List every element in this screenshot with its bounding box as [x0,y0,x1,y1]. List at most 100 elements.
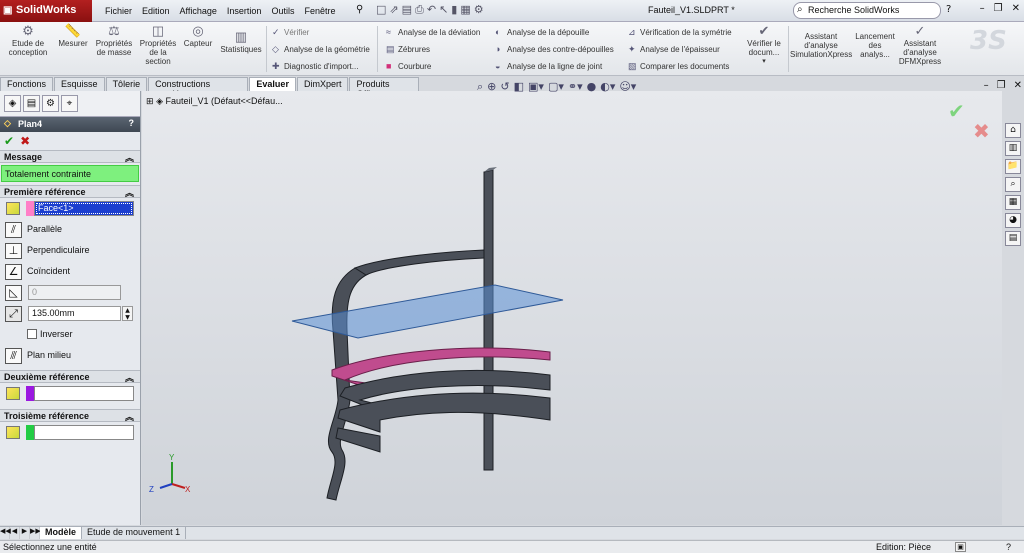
help-icon[interactable]: ? [946,4,951,15]
print-icon[interactable]: ⎙ [415,3,424,17]
previous-view-icon[interactable]: ↺ [500,80,509,94]
search-results-icon[interactable]: ⌕ [1005,177,1021,192]
tab-esquisse[interactable]: Esquisse [54,77,105,91]
parting-line-analysis-button[interactable]: ◒ Analyse de la ligne de joint [495,61,602,71]
save-icon[interactable]: ▤ [402,3,412,17]
chair-seat-rail-4[interactable] [335,427,381,453]
third-reference-header[interactable]: Troisième référence ︽ [0,409,140,422]
coincident-option[interactable]: ∠ Coïncident [0,261,140,282]
geometry-analysis-button[interactable]: ◇ Analyse de la géométrie [272,44,370,55]
tab-tolerie[interactable]: Tôlerie [105,77,148,91]
mid-plane-option[interactable]: ⫻ Plan milieu [0,345,140,366]
tab-produits-office[interactable]: Produits Office [349,77,419,99]
solidworks-logo[interactable]: ▣ SolidWorks [0,0,92,22]
simulationxpress-button[interactable]: Assistant d'analyse SimulationXpress [790,32,852,59]
distance-input[interactable]: 135.00mm [28,306,121,321]
confirm-cancel-icon[interactable]: ✖ [973,119,990,143]
chair-arm-rail[interactable] [353,249,485,276]
check-document-button[interactable]: ✔ Vérifier le docum... ▾ [742,24,786,66]
property-manager-tab-icon[interactable]: ▤ [23,95,40,112]
design-library-icon[interactable]: ▥ [1005,141,1021,156]
close-button[interactable]: ✕ [1012,3,1020,14]
status-help-icon[interactable]: ? [1006,542,1011,552]
third-reference-selection[interactable] [34,425,134,440]
feature-tree-flyout[interactable]: ⊞ ◈ Fauteil_V1 (Défaut<<Défau... [146,96,283,107]
menu-insertion[interactable]: Insertion [222,0,267,22]
section-properties-button[interactable]: ◫ Propriétés de la section [138,24,178,67]
menu-edition[interactable]: Edition [137,0,175,22]
new-document-icon[interactable]: □ [376,3,386,17]
open-document-icon[interactable]: ⇗ [389,3,398,17]
options-icon[interactable]: ⚙ [474,3,484,17]
design-study-button[interactable]: ⚙ Etude de conception [6,24,50,58]
viewport-close-button[interactable]: ✕ [1014,80,1022,91]
pin-menu-icon[interactable]: ⚲ [356,4,363,15]
minimize-button[interactable]: – [980,3,985,14]
prev-tab-arrow-icon[interactable]: ◀ [10,527,20,539]
distance-icon[interactable]: ⤢ [5,306,22,322]
confirm-ok-icon[interactable]: ✔ [948,99,965,123]
solidworks-resources-icon[interactable]: ⌂ [1005,123,1021,138]
file-explorer-icon[interactable]: 📁 [1005,159,1021,174]
search-input[interactable]: ⌕ Recherche SolidWorks [793,2,941,19]
tab-fonctions[interactable]: Fonctions [0,77,54,91]
launch-analysis-button[interactable]: Lancement des analys... [855,32,895,59]
distance-spinner[interactable]: ▲ ▼ [122,306,133,321]
file-properties-icon[interactable]: ▦ [460,3,470,17]
display-style-icon[interactable]: ▢▾ [548,80,564,94]
first-reference-header[interactable]: Première référence ︽ [0,185,140,198]
verify-button[interactable]: ✓ Vérifier [272,27,309,38]
dfmxpress-button[interactable]: ✓ Assistant d'analyse DFMXpress [898,24,942,67]
tab-evaluer[interactable]: Evaluer [249,77,296,91]
select-icon[interactable]: ↖ [439,3,448,17]
zebra-stripes-button[interactable]: ▤ Zébrures [386,44,430,55]
menu-affichage[interactable]: Affichage [175,0,222,22]
tab-constructions-soudees[interactable]: Constructions soudées [148,77,249,99]
first-tab-arrow-icon[interactable]: ◀◀ [0,527,11,539]
view-palette-icon[interactable]: ▦ [1005,195,1021,210]
graphics-area[interactable]: Y X Z [142,91,1002,525]
parallel-option[interactable]: ⫽ Parallèle [0,219,140,240]
viewport-minimize-button[interactable]: – [984,80,989,91]
undercut-analysis-button[interactable]: ◑ Analyse des contre-dépouilles [495,44,614,54]
view-settings-icon[interactable]: ☺▾ [619,80,636,94]
rebuild-icon[interactable]: ▮ [451,3,457,17]
view-orientation-icon[interactable]: ▣▾ [528,80,544,94]
zoom-to-fit-icon[interactable]: ⌕ [477,80,483,94]
import-diagnostic-button[interactable]: ✚ Diagnostic d'import... [272,61,358,72]
cancel-button[interactable]: ✖ [20,134,30,148]
expand-icon[interactable]: ⊞ [146,96,154,106]
next-tab-arrow-icon[interactable]: ▶ [20,527,30,539]
hide-show-items-icon[interactable]: ⚭▾ [568,80,583,94]
tab-dimxpert[interactable]: DimXpert [296,77,349,91]
viewport-restore-button[interactable]: ❐ [997,80,1006,91]
chair-seat-rail-3[interactable] [337,392,551,433]
collapse-chevron-icon[interactable]: ︽ [125,151,134,164]
feature-manager-tab-icon[interactable]: ◈ [4,95,21,112]
angle-input[interactable]: 0 [28,285,121,300]
thickness-analysis-button[interactable]: ✦ Analyse de l'épaisseur [628,44,720,55]
invert-checkbox[interactable] [27,329,37,339]
edit-appearance-icon[interactable]: ● [587,80,597,94]
symmetry-check-button[interactable]: ⊿ Vérification de la symétrie [628,27,732,38]
dimxpert-manager-tab-icon[interactable]: ⌖ [61,95,78,112]
perpendicular-option[interactable]: ⊥ Perpendiculaire [0,240,140,261]
draft-analysis-button[interactable]: ◐ Analyse de la dépouille [495,27,589,37]
second-reference-selection[interactable] [34,386,134,401]
angle-icon[interactable]: ◺ [5,285,22,301]
custom-properties-icon[interactable]: ▤ [1005,231,1021,246]
mass-properties-button[interactable]: ⚖ Propriétés de masse [93,24,135,58]
configuration-manager-tab-icon[interactable]: ⚙ [42,95,59,112]
chair-back-post[interactable] [483,169,494,471]
restore-button[interactable]: ❐ [994,3,1003,14]
menu-outils[interactable]: Outils [266,0,299,22]
apply-scene-icon[interactable]: ◐▾ [600,80,615,94]
statistics-button[interactable]: ▥ Statistiques [218,30,264,55]
tab-modele[interactable]: Modèle [40,527,83,539]
ok-button[interactable]: ✔ [4,134,14,148]
first-reference-selection[interactable]: Face<1> [34,201,134,216]
undo-icon[interactable]: ↶ [427,3,436,17]
message-section-header[interactable]: Message ︽ [0,150,140,163]
chair-model-view[interactable]: Y X Z [142,91,1002,525]
zoom-area-icon[interactable]: ⊕ [487,80,496,94]
